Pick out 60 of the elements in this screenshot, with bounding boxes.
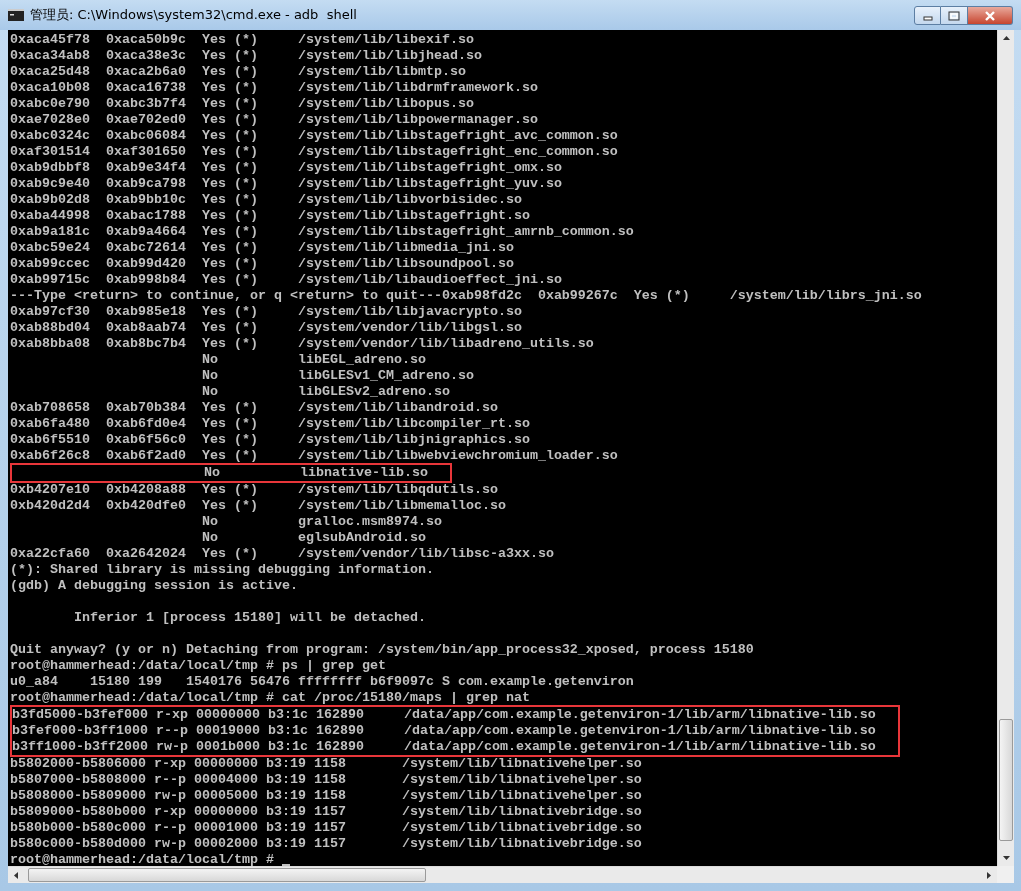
terminal-line: 0xab9c9e40 0xab9ca798 Yes (*) /system/lib/libstagefright_yuv.so xyxy=(10,176,562,192)
terminal-line: No libnative-lib.so xyxy=(202,465,428,481)
terminal-line: No libGLESv1_CM_adreno.so xyxy=(200,368,474,384)
terminal-line: 0xabc0e790 0xabc3b7f4 Yes (*) /system/lib/libopus.so xyxy=(10,96,474,112)
terminal-line: 0xab99715c 0xab998b84 Yes (*) /system/lib/libaudioeffect_jni.so xyxy=(10,272,562,288)
terminal-line: No gralloc.msm8974.so xyxy=(200,514,442,530)
terminal-line: 0xab6fa480 0xab6fd0e4 Yes (*) /system/lib/libcompiler_rt.so xyxy=(10,416,530,432)
terminal-line: 0xaca34ab8 0xaca38e3c Yes (*) /system/lib/libjhead.so xyxy=(10,48,482,64)
terminal-line: 0xab708658 0xab70b384 Yes (*) /system/lib/libandroid.so xyxy=(10,400,498,416)
restore-icon xyxy=(948,10,960,21)
terminal-line: 0xaba44998 0xabac1788 Yes (*) /system/lib/libstagefright.so xyxy=(10,208,530,224)
close-icon xyxy=(984,10,996,21)
terminal-line: b3fd5000-b3fef000 r-xp 00000000 b3:1c 162890 /data/app/com.example.getenviron-1/lib/arm/libnative-lib.so xyxy=(12,707,876,723)
terminal-line: Quit anyway? (y or n) Detaching from program: /system/bin/app_process32_xposed, process 15180 xyxy=(10,642,754,658)
close-button[interactable] xyxy=(968,6,1013,25)
window-title: 管理员: C:\Windows\system32\cmd.exe - adb shell xyxy=(30,6,358,24)
terminal-line: No libEGL_adreno.so xyxy=(200,352,426,368)
terminal-line: 0xaca45f78 0xaca50b9c Yes (*) /system/lib/libexif.so xyxy=(10,32,474,48)
terminal-line: 0xaf301514 0xaf301650 Yes (*) /system/lib/libstagefright_enc_common.so xyxy=(10,144,618,160)
terminal-line: 0xae7028e0 0xae702ed0 Yes (*) /system/lib/libpowermanager.so xyxy=(10,112,538,128)
terminal-line: 0xa22cfa60 0xa2642024 Yes (*) /system/vendor/lib/libsc-a3xx.so xyxy=(10,546,554,562)
horizontal-scrollbar-thumb[interactable] xyxy=(28,868,426,882)
terminal-line: 0xaca25d48 0xaca2b6a0 Yes (*) /system/lib/libmtp.so xyxy=(10,64,466,80)
restore-button[interactable] xyxy=(941,6,968,25)
terminal-line: root@hammerhead:/data/local/tmp # cat /proc/15180/maps | grep nat xyxy=(10,690,530,706)
console-icon xyxy=(8,9,24,21)
terminal-line: b5809000-b580b000 r-xp 00000000 b3:19 1157 /system/lib/libnativebridge.so xyxy=(10,804,642,820)
text-cursor xyxy=(281,864,290,866)
terminal-line: Inferior 1 [process 15180] will be detached. xyxy=(73,610,426,626)
terminal-line: 0xabc0324c 0xabc06084 Yes (*) /system/lib/libstagefright_avc_common.so xyxy=(10,128,618,144)
terminal-line: 0xb420d2d4 0xb420dfe0 Yes (*) /system/lib/libmemalloc.so xyxy=(10,498,506,514)
terminal-line: b580b000-b580c000 r--p 00001000 b3:19 1157 /system/lib/libnativebridge.so xyxy=(10,820,642,836)
terminal-line: 0xabc59e24 0xabc72614 Yes (*) /system/lib/libmedia_jni.so xyxy=(10,240,514,256)
terminal-line: 0xab9a181c 0xab9a4664 Yes (*) /system/lib/libstagefright_amrnb_common.so xyxy=(10,224,634,240)
terminal-line: u0_a84 15180 199 1540176 56476 ffffffff b6f9097c S com.example.getenviron xyxy=(10,674,634,690)
terminal-line: root@hammerhead:/data/local/tmp # ps | grep get xyxy=(10,658,386,674)
terminal-line: b580c000-b580d000 rw-p 00002000 b3:19 1157 /system/lib/libnativebridge.so xyxy=(10,836,642,852)
terminal-line: 0xab9dbbf8 0xab9e34f4 Yes (*) /system/lib/libstagefright_omx.so xyxy=(10,160,562,176)
terminal-line: 0xab99ccec 0xab99d420 Yes (*) /system/lib/libsoundpool.so xyxy=(10,256,514,272)
terminal-line: b5802000-b5806000 r-xp 00000000 b3:19 1158 /system/lib/libnativehelper.so xyxy=(10,756,642,772)
terminal-line: (*): Shared library is missing debugging information. xyxy=(10,562,434,578)
minimize-button[interactable] xyxy=(914,6,941,25)
terminal-line: No eglsubAndroid.so xyxy=(200,530,426,546)
terminal-line: 0xab6f5510 0xab6f56c0 Yes (*) /system/lib/libjnigraphics.so xyxy=(10,432,530,448)
terminal-line: 0xab6f26c8 0xab6f2ad0 Yes (*) /system/lib/libwebviewchromium_loader.so xyxy=(10,448,618,464)
terminal-line: (gdb) A debugging session is active. xyxy=(10,578,298,594)
terminal-line: 0xab88bd04 0xab8aab74 Yes (*) /system/vendor/lib/libgsl.so xyxy=(10,320,522,336)
terminal-line: 0xab9b02d8 0xab9bb10c Yes (*) /system/lib/libvorbisidec.so xyxy=(10,192,522,208)
terminal-line: b5808000-b5809000 rw-p 00005000 b3:19 1158 /system/lib/libnativehelper.so xyxy=(10,788,642,804)
terminal-line: 0xab97cf30 0xab985e18 Yes (*) /system/lib/libjavacrypto.so xyxy=(10,304,522,320)
terminal-line: 0xaca10b08 0xaca16738 Yes (*) /system/lib/libdrmframework.so xyxy=(10,80,538,96)
terminal-line: 0xb4207e10 0xb4208a88 Yes (*) /system/lib/libqdutils.so xyxy=(10,482,498,498)
terminal-line: ---Type <return> to continue, or q <return> to quit---0xab98fd2c 0xab99267c Yes (*) /system/lib/librs_jni.so xyxy=(10,288,922,304)
terminal-line: b3ff1000-b3ff2000 rw-p 0001b000 b3:1c 162890 /data/app/com.example.getenviron-1/lib/arm/libnative-lib.so xyxy=(12,739,876,755)
terminal-line: 0xab8bba08 0xab8bc7b4 Yes (*) /system/vendor/lib/libadreno_utils.so xyxy=(10,336,594,352)
terminal-line: b3fef000-b3ff1000 r--p 00019000 b3:1c 162890 /data/app/com.example.getenviron-1/lib/arm/libnative-lib.so xyxy=(12,723,876,739)
terminal-line: No libGLESv2_adreno.so xyxy=(200,384,450,400)
terminal-line: b5807000-b5808000 r--p 00004000 b3:19 1158 /system/lib/libnativehelper.so xyxy=(10,772,642,788)
terminal-line: root@hammerhead:/data/local/tmp # xyxy=(10,852,275,866)
vertical-scrollbar-thumb[interactable] xyxy=(999,719,1013,841)
